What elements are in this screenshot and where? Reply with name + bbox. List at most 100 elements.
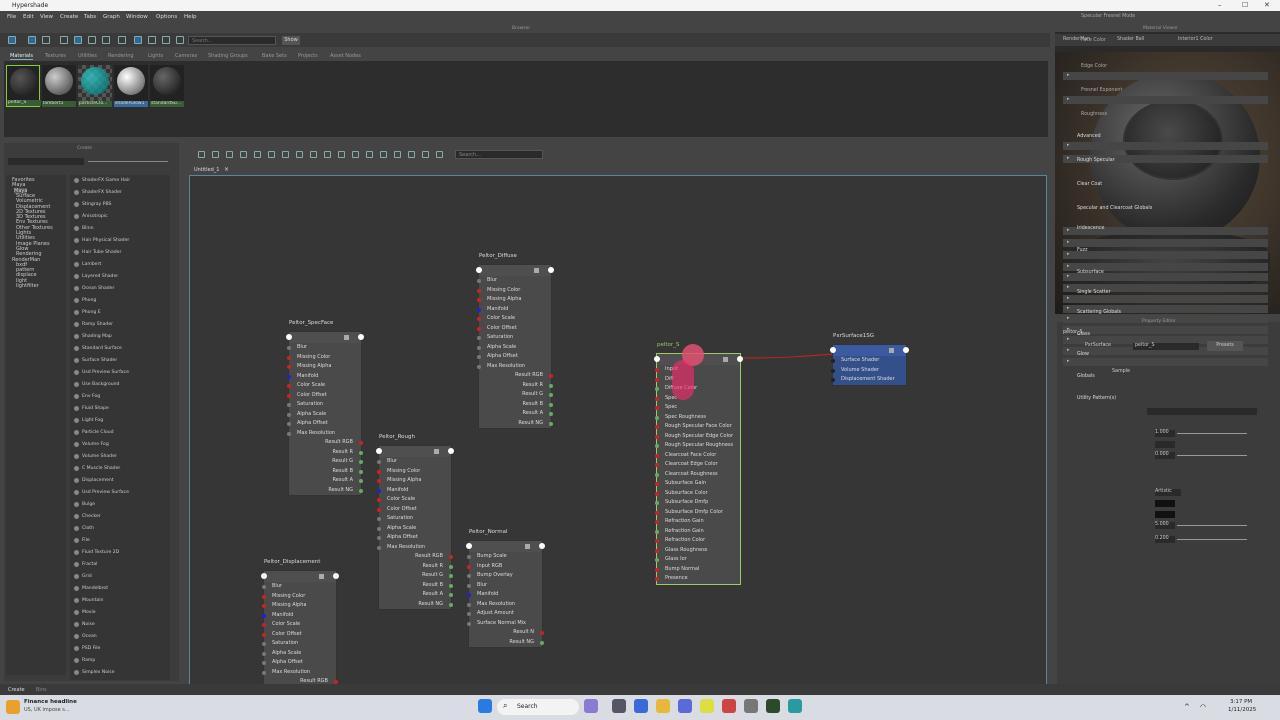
node-attribute[interactable]: Alpha Scale	[477, 343, 551, 353]
create-node-item[interactable]: Particle Cloud	[74, 430, 114, 435]
node-port[interactable]	[262, 651, 266, 656]
wifi-icon[interactable]: ◠	[1200, 703, 1206, 711]
node-port[interactable]	[467, 612, 471, 616]
tool-icon[interactable]	[176, 36, 184, 44]
create-filter-input[interactable]	[8, 158, 84, 165]
chevron-right-icon[interactable]: ▸	[1067, 306, 1069, 311]
start-icon[interactable]	[478, 699, 492, 713]
node-attribute[interactable]: Blur	[467, 581, 542, 591]
node-attribute[interactable]: Result A	[479, 409, 553, 419]
swatch[interactable]: standardSu...	[150, 65, 184, 107]
fresnel-mode-select[interactable]: Artistic	[1155, 489, 1181, 496]
node-attribute[interactable]: Color Offset	[262, 630, 336, 640]
tab-materials[interactable]: Materials	[10, 53, 33, 60]
node-attribute[interactable]: Bump Overlay	[467, 571, 542, 581]
node-attribute[interactable]: Result G	[289, 457, 363, 467]
node-attribute[interactable]: Saturation	[287, 400, 361, 410]
node-attribute[interactable]: Saturation	[477, 333, 551, 343]
node-attribute[interactable]: Result B	[289, 467, 363, 477]
task-view-icon[interactable]	[612, 699, 626, 713]
node-attribute[interactable]: Saturation	[262, 639, 336, 649]
node-header-bar[interactable]	[286, 332, 364, 343]
property-section[interactable]: Single Scatter	[1077, 290, 1111, 295]
chevron-up-icon[interactable]: ^	[1184, 703, 1190, 711]
node-attribute[interactable]: Diff	[655, 375, 740, 385]
graph-tool-icon[interactable]	[268, 151, 275, 158]
node-port[interactable]	[467, 593, 471, 597]
shader-node-diffuse[interactable]: Peltor_Diffuse Blur Missing Color Missing A…	[476, 253, 554, 429]
node-port[interactable]	[467, 621, 471, 626]
node-port[interactable]	[655, 396, 659, 401]
create-node-item[interactable]: Fluid Shape	[74, 406, 109, 411]
node-attribute[interactable]: Max Resolution	[467, 600, 542, 610]
node-port[interactable]	[831, 359, 835, 363]
create-node-item[interactable]: Phong E	[74, 310, 101, 315]
tool-icon[interactable]	[74, 36, 82, 44]
node-attribute[interactable]: Blur	[377, 457, 451, 467]
node-attribute[interactable]: Color Scale	[477, 314, 551, 324]
graph-tool-icon[interactable]	[212, 151, 219, 158]
tab-utilities[interactable]: Utilities	[78, 53, 97, 59]
node-attribute[interactable]: Max Resolution	[287, 429, 361, 439]
graph-tab[interactable]: Untitled_1 ×	[190, 166, 250, 175]
create-node-item[interactable]: Layered Shader	[74, 274, 118, 279]
node-port[interactable]	[377, 498, 381, 502]
node-attribute[interactable]: Presence	[655, 574, 740, 584]
menu-help[interactable]: Help	[184, 14, 197, 20]
node-attribute[interactable]: Result NG	[289, 486, 363, 496]
shader-node-displacement[interactable]: Peltor_Displacement Blur Missing Color Miss…	[261, 559, 339, 688]
node-port[interactable]	[549, 412, 553, 416]
maya-icon[interactable]	[788, 699, 802, 713]
property-type-value[interactable]: peltor_S	[1133, 343, 1199, 350]
node-port[interactable]	[655, 501, 659, 505]
node-attribute[interactable]: Alpha Scale	[377, 524, 451, 534]
node-attribute[interactable]: Diffuse Color	[655, 384, 740, 394]
chevron-right-icon[interactable]: ▸	[1067, 316, 1069, 321]
node-port[interactable]	[477, 364, 481, 369]
shader-node-rough[interactable]: Peltor_Rough Blur Missing Color Missing Alp…	[376, 434, 454, 610]
clock-date[interactable]: 1/11/2025	[1228, 707, 1256, 713]
node-attribute[interactable]: Missing Alpha	[262, 601, 336, 611]
tool-icon[interactable]	[148, 36, 156, 44]
clock-time[interactable]: 3:17 PM	[1230, 699, 1252, 705]
value-field[interactable]: 0.200	[1155, 536, 1175, 543]
graph-tool-icon[interactable]	[366, 151, 373, 158]
node-port-handle[interactable]	[358, 334, 364, 340]
node-attribute[interactable]: Max Resolution	[477, 362, 551, 372]
value-field[interactable]: 5.000	[1155, 522, 1175, 529]
news-icon[interactable]	[6, 700, 20, 714]
color-swatch[interactable]	[1155, 500, 1175, 507]
node-attribute[interactable]: Result R	[289, 448, 363, 458]
shader-node-normal[interactable]: Peltor_Normal Bump Scale Input RGB Bump Ove…	[466, 529, 545, 648]
create-node-item[interactable]: Checker	[74, 514, 101, 519]
node-port[interactable]	[449, 564, 453, 569]
node-port[interactable]	[655, 482, 659, 486]
node-attribute[interactable]: Alpha Offset	[262, 658, 336, 668]
node-port[interactable]	[377, 479, 381, 483]
node-port[interactable]	[262, 642, 266, 646]
node-port[interactable]	[287, 412, 291, 417]
node-port[interactable]	[477, 288, 481, 293]
node-port[interactable]	[831, 378, 835, 382]
graph-tool-icon[interactable]	[338, 151, 345, 158]
pt-icon[interactable]	[766, 699, 780, 713]
node-attribute[interactable]: Alpha Offset	[287, 419, 361, 429]
node-port[interactable]	[262, 632, 266, 637]
node-attribute[interactable]: Result R	[479, 381, 553, 391]
node-attribute[interactable]: Rough Specular Edge Color	[655, 432, 740, 442]
node-attribute[interactable]: Result RGB	[379, 552, 453, 562]
node-attribute[interactable]: Alpha Scale	[287, 410, 361, 420]
node-port[interactable]	[377, 526, 381, 531]
chevron-right-icon[interactable]: ▸	[1067, 97, 1069, 102]
chevron-right-icon[interactable]: ▸	[1067, 228, 1069, 233]
node-port[interactable]	[449, 555, 453, 559]
create-node-item[interactable]: ShaderFX Shader	[74, 190, 122, 195]
graph-tool-icon[interactable]	[324, 151, 331, 158]
create-node-item[interactable]: PSD File	[74, 646, 100, 651]
node-attribute[interactable]: Manifold	[477, 305, 551, 315]
show-button[interactable]: Show	[282, 36, 300, 45]
node-port-handle[interactable]	[476, 267, 482, 273]
create-node-item[interactable]: Hair Physical Shader	[74, 238, 129, 243]
node-port[interactable]	[655, 387, 659, 391]
node-menu-icon[interactable]	[534, 268, 539, 273]
